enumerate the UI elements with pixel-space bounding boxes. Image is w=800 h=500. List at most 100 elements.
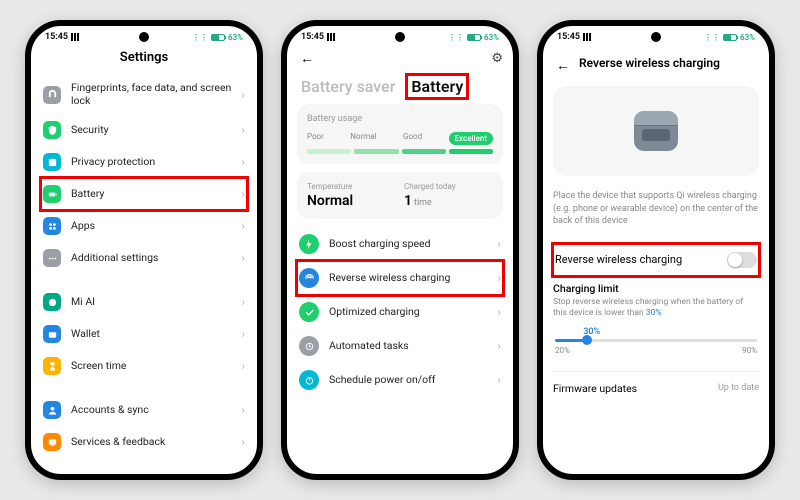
tab-battery[interactable]: Battery [407,75,467,98]
item-privacy[interactable]: Privacy protection› [41,146,247,178]
battery-icon [723,34,737,41]
battery-pct: 63% [740,33,755,42]
feedback-icon [43,433,61,451]
page-title: Settings [41,44,247,75]
item-additional[interactable]: Additional settings› [41,242,247,274]
toggle-switch[interactable] [727,252,757,268]
firmware-row[interactable]: Firmware updates Up to date [553,371,759,395]
usage-levels: PoorNormalGoodExcellent [307,132,493,145]
toggle-label: Reverse wireless charging [555,253,682,266]
temperature-stat: Temperature Normal [307,182,396,209]
earbud-case-icon [634,111,678,151]
opt-schedule-power[interactable]: Schedule power on/off› [297,363,503,397]
back-button[interactable]: ← [553,57,573,74]
item-label: Security [71,124,241,137]
page-title: Reverse wireless charging [579,50,720,80]
user-icon [43,401,61,419]
wifi-icon: ⋮⋮ [704,33,720,42]
chevron-icon: › [241,123,245,137]
battery-tabs: Battery saver Battery [297,73,503,104]
item-label: Mi AI [71,296,241,309]
hourglass-icon [43,357,61,375]
chevron-icon: › [241,403,245,417]
battery-icon [43,185,61,203]
item-label: Wallet [71,328,241,341]
item-screen-time[interactable]: Screen time› [41,350,247,382]
usage-bars [307,149,493,154]
item-label: Fingerprints, face data, and screen lock [71,82,241,107]
item-battery[interactable]: Battery› [41,178,247,210]
privacy-icon [43,153,61,171]
ai-icon [43,293,61,311]
chevron-icon: › [241,327,245,341]
item-accounts[interactable]: Accounts & sync› [41,394,247,426]
charging-limit-slider[interactable]: 30% 20%90% [553,327,759,355]
illustration-card [553,86,759,176]
item-fingerprints[interactable]: Fingerprints, face data, and screen lock… [41,75,247,114]
apps-icon [43,217,61,235]
charging-limit-title: Charging limit [553,282,759,295]
wifi-icon: ⋮⋮ [192,33,208,42]
camera-notch [395,32,405,42]
reverse-wireless-toggle-row[interactable]: Reverse wireless charging [553,244,759,276]
header: ← ⚙ [297,44,503,73]
item-apps[interactable]: Apps› [41,210,247,242]
item-security[interactable]: Security› [41,114,247,146]
phone-battery: 15:45 ⋮⋮63% ← ⚙ Battery saver Battery Ba… [281,20,519,480]
chevron-icon: › [497,339,501,353]
charged-value: 1time [404,193,493,209]
battery-pct: 63% [484,33,499,42]
slider-track [555,339,757,342]
wireless-icon [299,268,319,288]
battery-icon [467,34,481,41]
opt-automated-tasks[interactable]: Automated tasks› [297,329,503,363]
phone-settings: 15:45 ⋮⋮ 63% Settings Fingerprints, face … [25,20,263,480]
check-icon [299,302,319,322]
item-label: Screen time [71,360,241,373]
opt-boost-charging[interactable]: Boost charging speed› [297,227,503,261]
shield-icon [43,121,61,139]
item-label: Apps [71,220,241,233]
charged-stat: Charged today 1time [404,182,493,209]
slider-value: 30% [583,327,757,337]
chevron-icon: › [241,219,245,233]
item-label: Accounts & sync [71,404,241,417]
chevron-icon: › [497,373,501,387]
phone-reverse-wireless: 15:45 ⋮⋮63% ← Reverse wireless charging … [537,20,775,480]
slider-thumb[interactable] [582,335,592,345]
status-time: 15:45 [301,32,324,42]
opt-reverse-wireless[interactable]: Reverse wireless charging› [297,261,503,295]
item-label: Privacy protection [71,156,241,169]
fingerprint-icon [43,86,61,104]
auto-icon [299,336,319,356]
header: ← Reverse wireless charging [553,44,759,86]
settings-list: Fingerprints, face data, and screen lock… [41,75,247,458]
usage-card: Battery usage PoorNormalGoodExcellent [297,104,503,164]
bolt-icon [299,234,319,254]
chevron-icon: › [241,155,245,169]
description-text: Place the device that supports Qi wirele… [553,190,759,228]
dots-icon [43,249,61,267]
battery-pct: 63% [228,33,243,42]
item-mi-ai[interactable]: Mi AI› [41,286,247,318]
item-wallet[interactable]: Wallet› [41,318,247,350]
stats-card: Temperature Normal Charged today 1time [297,172,503,219]
firmware-label: Firmware updates [553,382,637,395]
opt-optimized-charging[interactable]: Optimized charging› [297,295,503,329]
power-icon [299,370,319,390]
item-label: Additional settings [71,252,241,265]
settings-gear-icon[interactable]: ⚙ [491,51,503,66]
charging-limit-desc: Stop reverse wireless charging when the … [553,297,759,319]
back-button[interactable]: ← [297,50,317,67]
battery-icon [211,34,225,41]
chevron-icon: › [241,435,245,449]
status-time: 15:45 [45,32,68,42]
chevron-icon: › [497,237,501,251]
signal-icon [327,33,337,41]
tab-battery-saver[interactable]: Battery saver [297,75,399,98]
chevron-icon: › [241,295,245,309]
item-services[interactable]: Services & feedback› [41,426,247,458]
chevron-icon: › [241,88,245,102]
camera-notch [139,32,149,42]
firmware-status: Up to date [718,383,759,393]
